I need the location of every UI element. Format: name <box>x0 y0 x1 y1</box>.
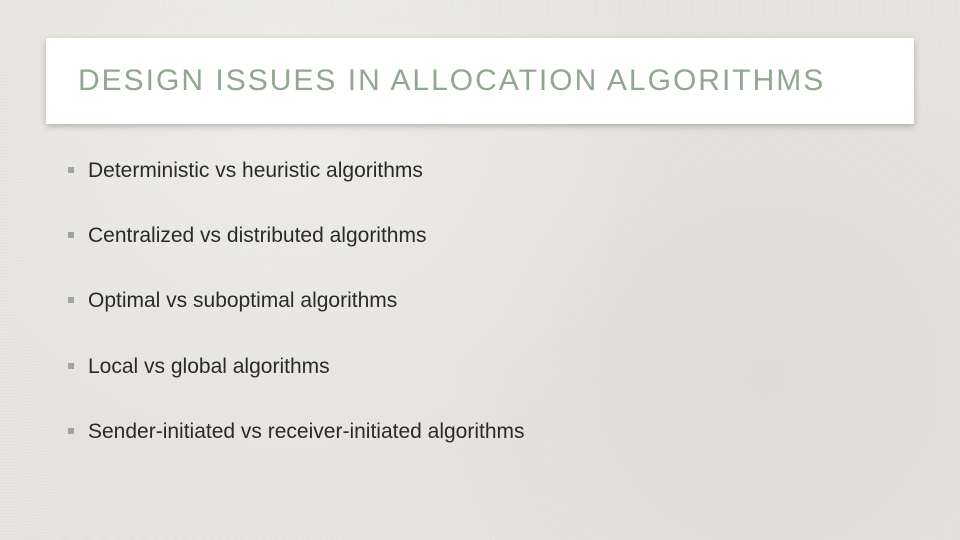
list-item: Local vs global algorithms <box>68 354 892 379</box>
bullet-text: Sender-initiated vs receiver-initiated a… <box>88 419 525 444</box>
bullet-text: Deterministic vs heuristic algorithms <box>88 158 423 183</box>
slide-background: DESIGN ISSUES IN ALLOCATION ALGORITHMS D… <box>0 0 960 540</box>
bullet-text: Optimal vs suboptimal algorithms <box>88 288 397 313</box>
bullet-icon <box>68 363 74 369</box>
bullet-icon <box>68 428 74 434</box>
title-box: DESIGN ISSUES IN ALLOCATION ALGORITHMS <box>46 38 914 124</box>
bullet-text: Centralized vs distributed algorithms <box>88 223 426 248</box>
bullet-text: Local vs global algorithms <box>88 354 330 379</box>
slide-title: DESIGN ISSUES IN ALLOCATION ALGORITHMS <box>78 64 825 98</box>
bullet-icon <box>68 167 74 173</box>
bullet-icon <box>68 232 74 238</box>
list-item: Centralized vs distributed algorithms <box>68 223 892 248</box>
list-item: Optimal vs suboptimal algorithms <box>68 288 892 313</box>
slide-content: Deterministic vs heuristic algorithms Ce… <box>68 158 892 484</box>
bullet-icon <box>68 297 74 303</box>
list-item: Deterministic vs heuristic algorithms <box>68 158 892 183</box>
list-item: Sender-initiated vs receiver-initiated a… <box>68 419 892 444</box>
